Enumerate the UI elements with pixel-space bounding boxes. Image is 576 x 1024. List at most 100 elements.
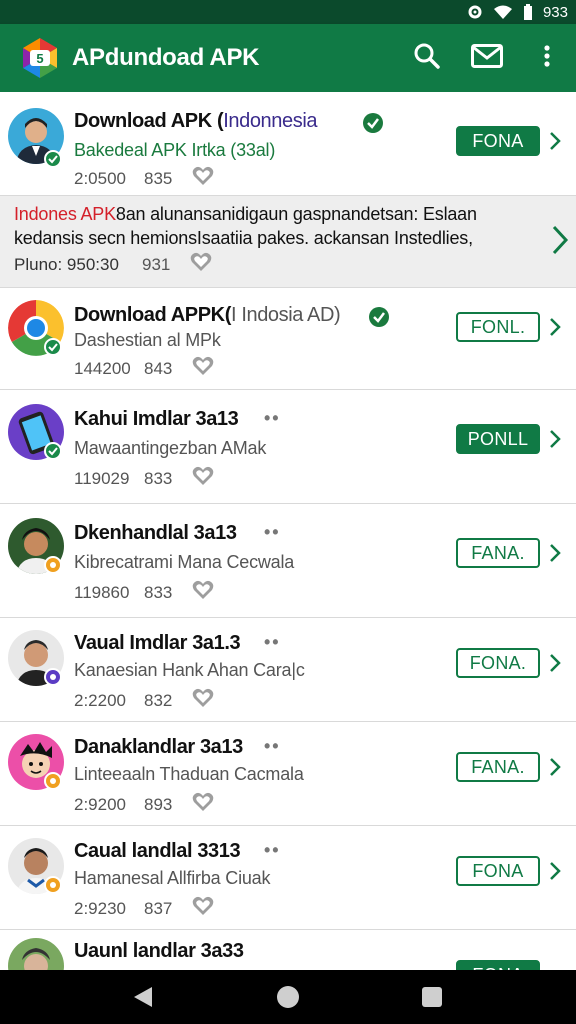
list-item[interactable]: Uaunl landlar 3a33 FONA (0, 930, 576, 970)
status-bar: 933 (0, 0, 576, 24)
banner-line-3: Pluno: 950:30 (14, 254, 119, 274)
item-number: 931 (142, 254, 171, 274)
item-subtitle: Kanaesian Hank Ahan Cara|c (74, 660, 305, 680)
banner-meta: Pluno: 950:30 931 (14, 252, 212, 277)
chevron-right-icon[interactable] (548, 542, 562, 569)
item-count: 119029 (74, 468, 130, 488)
item-number: 893 (144, 794, 173, 814)
navigation-bar (0, 970, 576, 1024)
badge-icon (44, 772, 62, 790)
item-title: Download APK (Indonnesia (74, 110, 318, 132)
chevron-right-icon[interactable] (548, 652, 562, 679)
svg-text:5: 5 (36, 51, 43, 66)
more-dots-icon: •• (264, 840, 281, 860)
back-icon[interactable] (132, 985, 154, 1014)
item-meta: 2:0500 835 (74, 166, 214, 191)
item-title-accent: I Indosia AD) (231, 304, 341, 326)
item-count: 2:9230 (74, 898, 126, 918)
heart-icon[interactable] (192, 356, 214, 381)
item-title: Download APPK(I Indosia AD) (74, 304, 341, 326)
verified-check-icon (368, 306, 390, 333)
item-count: 144200 (74, 358, 131, 378)
item-meta: 2:9200 893 (74, 792, 214, 817)
list-item[interactable]: Danaklandlar 3a13 •• Linteeaaln Thaduan … (0, 722, 576, 826)
avatar (8, 938, 64, 970)
chevron-right-icon[interactable] (548, 860, 562, 887)
banner-line-2: kedansis secn hemionsIsaatiia pakes. ack… (14, 228, 473, 248)
item-subtitle: Bakedeal APK Irtka (33al) (74, 140, 276, 160)
mail-icon (471, 43, 503, 73)
chevron-right-icon[interactable] (548, 130, 562, 157)
item-title-accent: Indonnesia (223, 110, 318, 132)
item-number: 837 (144, 898, 173, 918)
verified-badge-icon (44, 150, 62, 168)
list-item[interactable]: Kahui Imdlar 3a13 •• Mawaantingezban AMa… (0, 390, 576, 504)
badge-icon (44, 876, 62, 894)
item-number: 833 (144, 582, 173, 602)
item-meta: 2:9230 837 (74, 896, 214, 921)
item-title: Vaual Imdlar 3a1.3 (74, 632, 241, 654)
heart-icon[interactable] (192, 166, 214, 191)
item-title: Kahui Imdlar 3a13 (74, 408, 239, 430)
item-meta: 144200 843 (74, 356, 214, 381)
promo-banner[interactable]: Indones APK8an alunansanidigaun gaspnand… (0, 196, 576, 288)
item-count: 2:9200 (74, 794, 126, 814)
item-number: 843 (144, 358, 173, 378)
verified-badge-icon (44, 442, 62, 460)
more-vert-icon (544, 44, 550, 73)
heart-icon[interactable] (192, 466, 214, 491)
item-number: 832 (144, 690, 173, 710)
install-button[interactable]: FONA (456, 126, 540, 156)
item-subtitle: Kibrecatrami Mana Cecwala (74, 552, 295, 572)
item-title: Danaklandlar 3a13 (74, 736, 243, 758)
item-title: Uaunl landlar 3a33 (74, 940, 244, 962)
more-options-button[interactable] (527, 38, 567, 78)
item-subtitle: Hamanesal Allfirba Ciuak (74, 868, 271, 888)
settings-icon (467, 4, 483, 20)
more-dots-icon: •• (264, 522, 281, 542)
recents-icon[interactable] (422, 987, 442, 1012)
list-item[interactable]: Dkenhandlal 3a13 •• Kibrecatrami Mana Ce… (0, 504, 576, 618)
install-button[interactable]: PONLL (456, 424, 540, 454)
app-bar: 5 APdundoad APK (0, 24, 576, 92)
chevron-right-icon[interactable] (548, 428, 562, 455)
item-subtitle: Dashestian al MPk (74, 330, 221, 350)
heart-icon[interactable] (190, 252, 212, 277)
heart-icon[interactable] (192, 688, 214, 713)
status-time: 933 (542, 3, 568, 21)
heart-icon[interactable] (192, 896, 214, 921)
more-dots-icon: •• (264, 736, 281, 756)
app-title: APdundoad APK (72, 44, 260, 71)
item-meta: 119029 833 (74, 466, 214, 491)
search-button[interactable] (407, 38, 447, 78)
list-item[interactable]: Download APK (Indonnesia Bakedeal APK Ir… (0, 92, 576, 196)
wifi-icon (493, 4, 513, 20)
item-number: 835 (144, 168, 173, 188)
badge-icon (44, 668, 62, 686)
home-icon[interactable] (276, 985, 300, 1014)
mail-button[interactable] (467, 38, 507, 78)
chevron-right-icon[interactable] (550, 224, 570, 261)
battery-icon (523, 4, 533, 20)
heart-icon[interactable] (192, 580, 214, 605)
more-dots-icon: •• (264, 408, 281, 428)
search-icon (414, 43, 440, 74)
install-button[interactable]: FONA. (456, 648, 540, 678)
install-button[interactable]: FANA. (456, 538, 540, 568)
banner-line-1: Indones APK8an alunansanidigaun gaspnand… (14, 204, 477, 224)
more-dots-icon: •• (264, 632, 281, 652)
install-button[interactable]: FONL. (456, 312, 540, 342)
app-list[interactable]: Download APK (Indonnesia Bakedeal APK Ir… (0, 92, 576, 970)
install-button[interactable]: FONA (456, 960, 540, 970)
item-count: 2:0500 (74, 168, 126, 188)
item-meta: 2:2200 832 (74, 688, 214, 713)
chevron-right-icon[interactable] (548, 316, 562, 343)
chevron-right-icon[interactable] (548, 756, 562, 783)
list-item[interactable]: Caual landlal 3313 •• Hamanesal Allfirba… (0, 826, 576, 930)
badge-icon (44, 556, 62, 574)
list-item[interactable]: Download APPK(I Indosia AD) Dashestian a… (0, 288, 576, 390)
heart-icon[interactable] (192, 792, 214, 817)
install-button[interactable]: FONA (456, 856, 540, 886)
list-item[interactable]: Vaual Imdlar 3a1.3 •• Kanaesian Hank Aha… (0, 618, 576, 722)
install-button[interactable]: FANA. (456, 752, 540, 782)
